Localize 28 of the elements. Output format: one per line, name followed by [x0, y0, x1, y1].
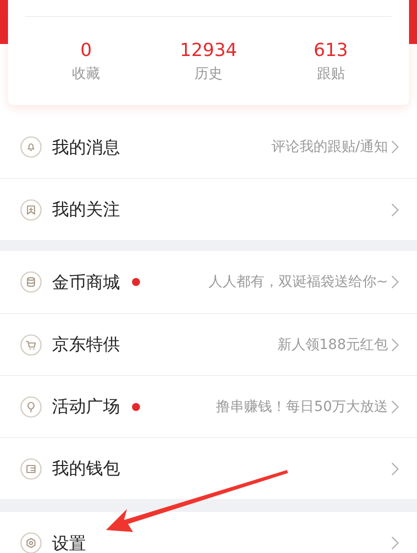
chevron-icon [391, 338, 399, 352]
bookmark-icon [20, 198, 42, 220]
chevron-icon [391, 462, 399, 476]
menu-item[interactable]: 京东特供 [52, 333, 120, 356]
stat-value[interactable]: 0 [80, 39, 92, 63]
menu-item[interactable]: 活动广场 [52, 395, 120, 418]
wallet-icon [20, 458, 42, 480]
menu-hint: 撸串赚钱！每日50万大放送 [216, 398, 388, 416]
menu-item[interactable]: 金币商城 [52, 270, 120, 294]
cart-icon [20, 334, 42, 356]
stat-value[interactable]: 12934 [180, 39, 238, 63]
balloon-icon [20, 396, 42, 418]
menu-hint: 评论我的跟贴/通知 [271, 138, 388, 156]
chevron-icon [391, 400, 399, 414]
chevron-icon [391, 536, 399, 550]
chevron-icon [391, 202, 399, 216]
bell-icon [20, 136, 42, 158]
menu-hint: 人人都有，双诞福袋送给你~ [208, 273, 388, 291]
menu-item[interactable]: 我的消息 [52, 136, 120, 158]
chevron-icon [391, 140, 399, 154]
menu-item[interactable]: 我的钱包 [52, 457, 120, 480]
chevron-icon [391, 275, 399, 289]
menu-item[interactable]: 我的关注 [52, 198, 120, 221]
settings-icon [20, 532, 42, 553]
coins-icon [20, 271, 42, 293]
menu-hint: 新人领188元红包 [277, 336, 388, 354]
stat-value[interactable]: 613 [314, 39, 348, 63]
menu-item[interactable]: 设置 [52, 532, 86, 553]
